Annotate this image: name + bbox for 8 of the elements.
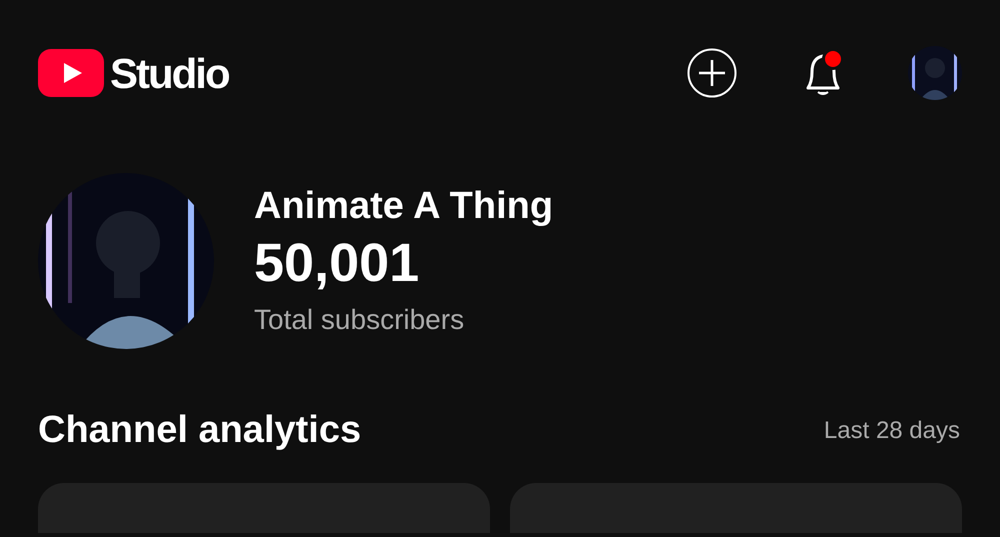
subscriber-count: 50,001 (254, 232, 420, 295)
period-label[interactable]: Last 28 days (824, 412, 960, 448)
logo-text: Studio (110, 48, 229, 98)
play-logo-icon (38, 49, 104, 97)
subscribers-label: Total subscribers (254, 303, 466, 337)
channel-name: Animate A Thing (254, 184, 554, 229)
section-title: Channel analytics (38, 408, 362, 453)
create-icon[interactable] (687, 48, 737, 98)
